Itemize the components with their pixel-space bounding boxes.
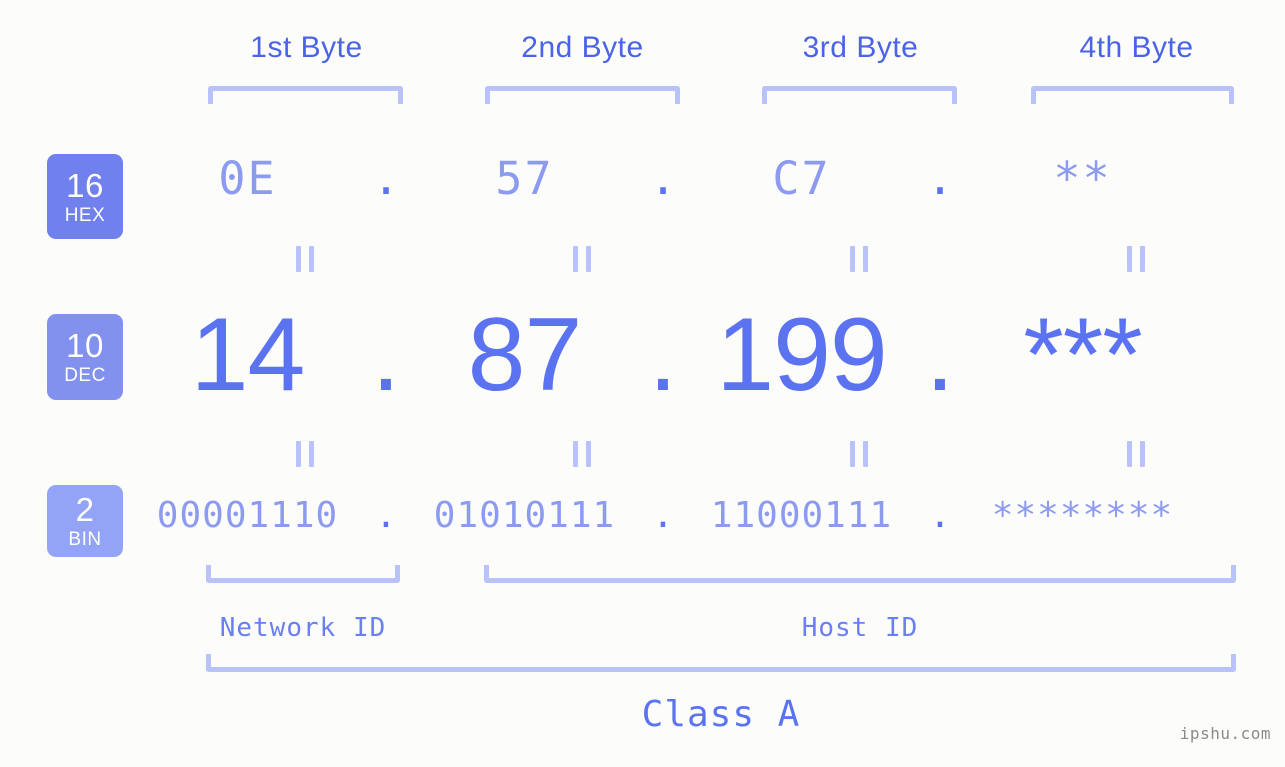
bin-byte-4: ******** <box>991 495 1174 536</box>
equals-icon-dec-bin-3 <box>850 441 868 467</box>
byte-bracket-top-1 <box>208 86 403 104</box>
network-id-bracket <box>206 565 400 583</box>
radix-badge-bin: 2 BIN <box>47 485 123 557</box>
bin-byte-3: 11000111 <box>710 495 893 536</box>
radix-badge-hex-base: 16 <box>66 166 104 204</box>
dec-separator-3: . <box>925 297 955 413</box>
byte-bracket-top-3 <box>762 86 957 104</box>
hex-byte-3: C7 <box>772 152 831 205</box>
bin-value-row: 00001110 . 01010111 . 11000111 . *******… <box>150 495 1285 536</box>
watermark: ipshu.com <box>1179 724 1271 743</box>
byte-bracket-top-2 <box>485 86 680 104</box>
equals-icon-dec-bin-2 <box>573 441 591 467</box>
equals-icon-dec-bin-4 <box>1127 441 1145 467</box>
dec-byte-1: 14 <box>190 297 306 413</box>
radix-badge-hex-name: HEX <box>64 204 106 226</box>
class-bracket <box>206 654 1236 672</box>
bin-separator-1: . <box>375 495 397 536</box>
byte-header-4: 4th Byte <box>1079 31 1194 64</box>
host-id-label: Host ID <box>801 613 919 643</box>
hex-separator-1: . <box>372 152 400 205</box>
hex-value-row: 0E . 57 . C7 . ** <box>150 152 1285 205</box>
radix-badge-bin-base: 2 <box>75 491 95 528</box>
bin-byte-2: 01010111 <box>433 495 616 536</box>
equals-icon-hex-dec-4 <box>1127 246 1145 272</box>
byte-header-2: 2nd Byte <box>521 31 644 64</box>
radix-badge-dec-name: DEC <box>64 365 106 386</box>
byte-bracket-top-4 <box>1031 86 1234 104</box>
bin-separator-2: . <box>652 495 674 536</box>
equals-icon-hex-dec-2 <box>573 246 591 272</box>
dec-byte-2: 87 <box>467 297 583 413</box>
radix-badge-hex: 16 HEX <box>47 154 123 239</box>
dec-byte-4: *** <box>1023 297 1142 413</box>
radix-badge-dec-base: 10 <box>66 327 104 364</box>
dec-separator-2: . <box>648 297 678 413</box>
hex-separator-3: . <box>926 152 954 205</box>
bin-byte-1: 00001110 <box>156 495 339 536</box>
equals-icon-hex-dec-3 <box>850 246 868 272</box>
class-label: Class A <box>641 694 801 735</box>
hex-byte-2: 57 <box>495 152 554 205</box>
hex-byte-1: 0E <box>218 152 277 205</box>
equals-icon-hex-dec-1 <box>296 246 314 272</box>
radix-badge-dec: 10 DEC <box>47 314 123 400</box>
byte-header-1: 1st Byte <box>250 31 363 64</box>
bin-separator-3: . <box>929 495 951 536</box>
host-id-bracket <box>484 565 1236 583</box>
hex-separator-2: . <box>649 152 677 205</box>
equals-icon-dec-bin-1 <box>296 441 314 467</box>
byte-header-3: 3rd Byte <box>802 31 919 64</box>
dec-separator-1: . <box>371 297 401 413</box>
ip-address-breakdown-diagram: 1st Byte 2nd Byte 3rd Byte 4th Byte 16 H… <box>0 0 1285 767</box>
dec-value-row: 14 . 87 . 199 . *** <box>150 296 1285 415</box>
dec-byte-3: 199 <box>716 297 888 413</box>
radix-badge-bin-name: BIN <box>68 529 102 550</box>
hex-byte-4: ** <box>1053 152 1112 205</box>
network-id-label: Network ID <box>219 613 387 643</box>
